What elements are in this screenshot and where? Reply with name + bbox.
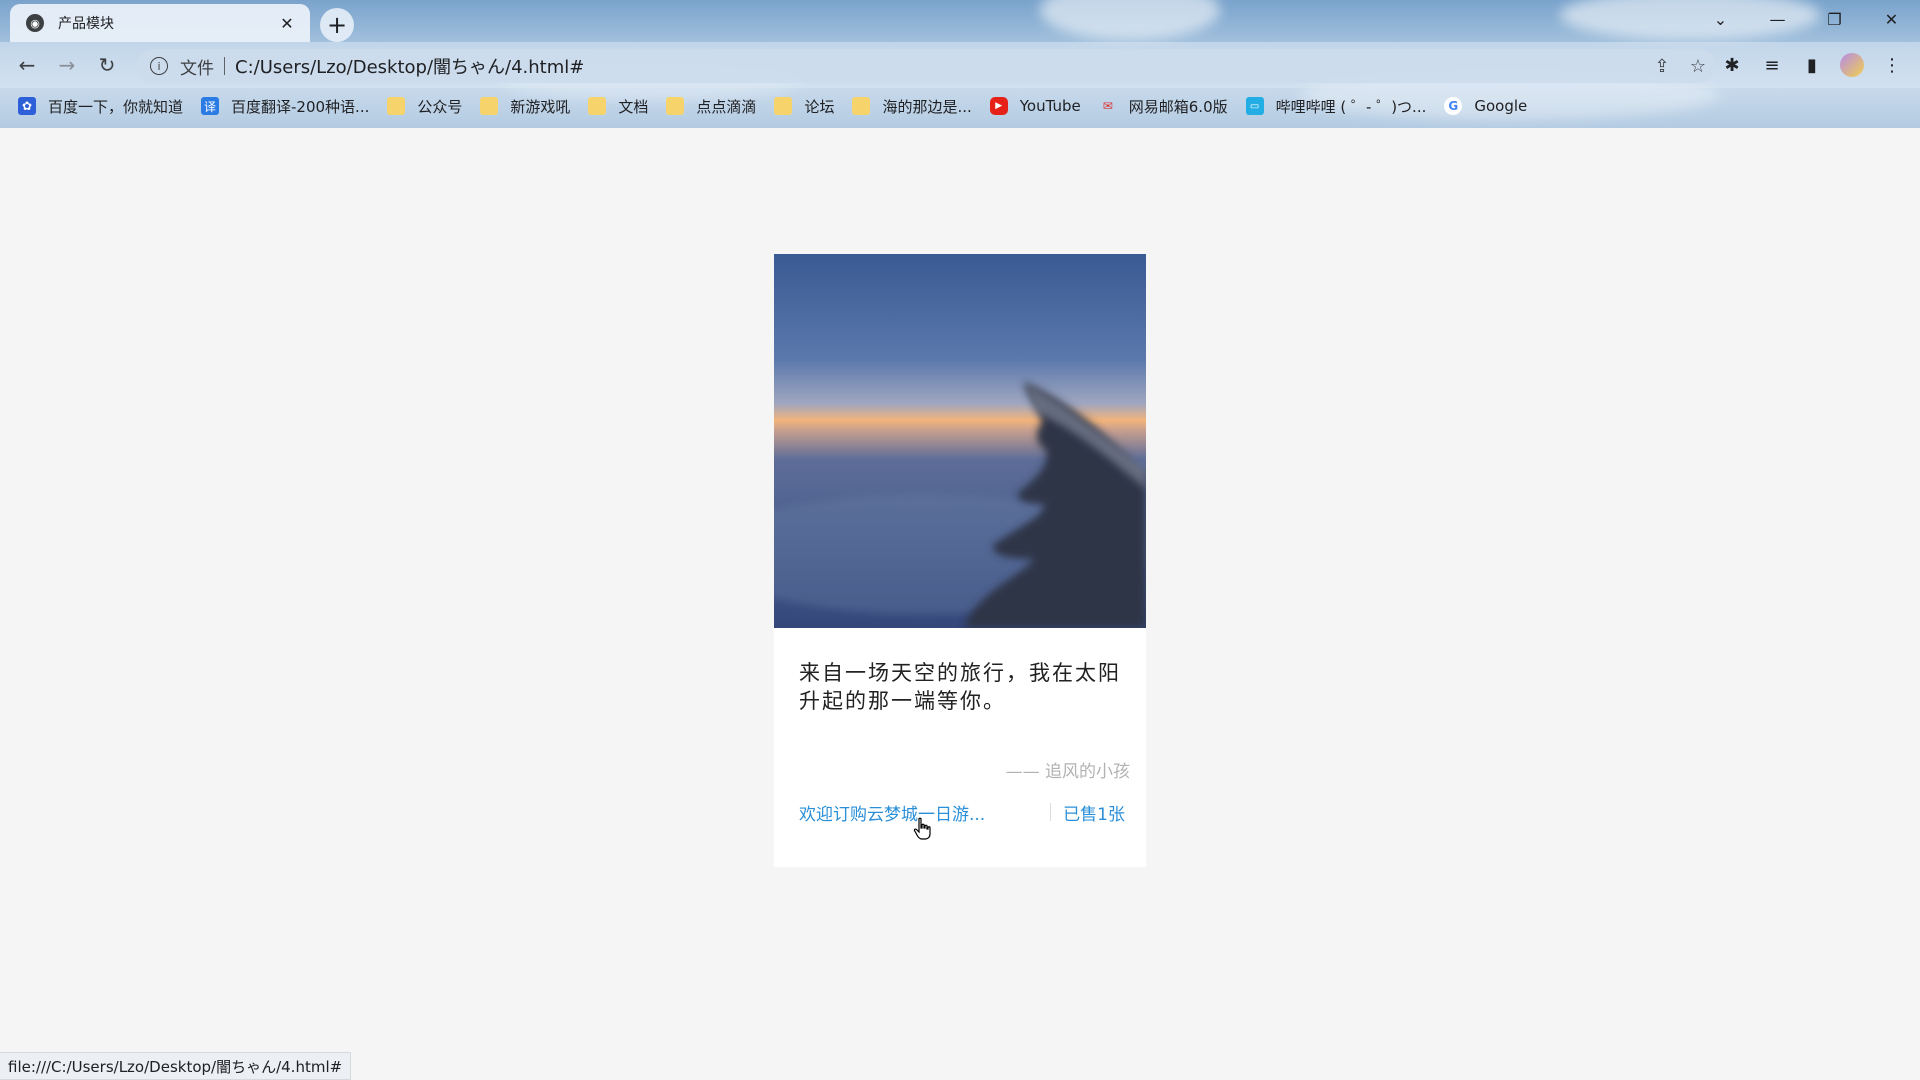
tab-active[interactable]: ◉ 产品模块 ✕ [10, 4, 310, 42]
bookmark-label: 网易邮箱6.0版 [1128, 97, 1228, 116]
bookmark-label: 文档 [618, 97, 649, 116]
folder-icon [852, 97, 871, 115]
folder-icon [666, 97, 685, 115]
close-window-button[interactable]: ✕ [1863, 0, 1920, 38]
airplane-wing-photo [774, 254, 1146, 628]
hand-pointer-icon [913, 817, 931, 840]
bookmark-folder-games[interactable]: 新游戏吼 [480, 92, 570, 120]
tab-strip: ◉ 产品模块 ✕ + ⌄ — ❐ ✕ [0, 0, 1920, 42]
baidu-icon: ✿ [18, 97, 36, 115]
folder-icon [588, 97, 607, 115]
bookmark-label: 百度一下，你就知道 [48, 97, 184, 116]
side-panel-icon[interactable]: ▮ [1792, 50, 1832, 80]
card-footer: 欢迎订购云梦城一日游... 已售1张 [799, 799, 1129, 825]
sold-count[interactable]: 已售1张 [1063, 800, 1125, 825]
bookmark-bilibili[interactable]: ▭ 哔哩哔哩 ( ゜- ゜)つ... [1245, 92, 1427, 120]
info-icon[interactable]: i [150, 57, 168, 75]
bookmark-label: 论坛 [804, 97, 835, 116]
product-card: 来自一场天空的旅行，我在太阳升起的那一端等你。 —— 追风的小孩 欢迎订购云梦城… [774, 254, 1146, 867]
quote-author: —— 追风的小孩 [1005, 762, 1130, 782]
bookmark-folder-diandian[interactable]: 点点滴滴 [666, 92, 756, 120]
restore-button[interactable]: ❐ [1806, 0, 1863, 38]
netease-mail-icon: ✉ [1102, 99, 1113, 113]
folder-icon [480, 97, 499, 115]
page-content: 来自一场天空的旅行，我在太阳升起的那一端等你。 —— 追风的小孩 欢迎订购云梦城… [0, 128, 1920, 1080]
bookmark-label: 哔哩哔哩 ( ゜- ゜)つ... [1275, 97, 1427, 116]
new-tab-button[interactable]: + [320, 8, 354, 42]
bookmark-folder-docs[interactable]: 文档 [588, 92, 648, 120]
footer-divider [1050, 803, 1052, 821]
browser-chrome: ◉ 产品模块 ✕ + ⌄ — ❐ ✕ ← → ↻ i 文件 C:/Users/L… [0, 0, 1920, 128]
bookmark-folder-sea[interactable]: 海的那边是... [852, 92, 972, 120]
bookmark-label: YouTube [1019, 97, 1081, 115]
bookmark-baidu-translate[interactable]: 译 百度翻译-200种语... [201, 92, 369, 120]
tab-search-button[interactable]: ⌄ [1692, 0, 1749, 38]
bookmark-label: 公众号 [417, 97, 463, 116]
extensions-icon[interactable]: ✱ [1712, 50, 1752, 80]
address-url[interactable]: C:/Users/Lzo/Desktop/闇ちゃん/4.html# [235, 53, 1644, 79]
bookmark-youtube[interactable]: ▶ YouTube [989, 92, 1081, 120]
reload-button[interactable]: ↻ [92, 50, 122, 80]
address-divider [224, 57, 225, 75]
toolbar-right-icons: ✱ ≡ ▮ ⋮ [1712, 50, 1912, 80]
back-button[interactable]: ← [12, 50, 42, 80]
bookmark-baidu[interactable]: ✿ 百度一下，你就知道 [18, 92, 183, 120]
bookmark-label: 百度翻译-200种语... [231, 97, 370, 116]
bookmark-google[interactable]: G Google [1444, 92, 1527, 120]
bookmark-star-icon[interactable]: ☆ [1680, 56, 1716, 77]
bookmark-label: Google [1474, 97, 1528, 115]
forward-button[interactable]: → [52, 50, 82, 80]
tab-close-button[interactable]: ✕ [276, 12, 298, 34]
bookmark-netease-mail[interactable]: ✉ 网易邮箱6.0版 [1099, 92, 1228, 120]
google-icon: G [1444, 97, 1463, 115]
tab-title: 产品模块 [58, 16, 114, 32]
bookmarks-bar: ✿ 百度一下，你就知道 译 百度翻译-200种语... 公众号 新游戏吼 文档 … [0, 88, 1920, 124]
bookmark-label: 海的那边是... [882, 97, 972, 116]
browser-toolbar: ← → ↻ i 文件 C:/Users/Lzo/Desktop/闇ちゃん/4.h… [0, 42, 1920, 88]
bilibili-icon: ▭ [1245, 97, 1264, 115]
address-scheme: 文件 [180, 58, 214, 79]
bookmark-label: 点点滴滴 [696, 97, 757, 116]
share-icon[interactable]: ⇪ [1644, 56, 1680, 77]
globe-icon: ◉ [26, 14, 44, 32]
bookmark-folder-forum[interactable]: 论坛 [774, 92, 834, 120]
address-bar[interactable]: i 文件 C:/Users/Lzo/Desktop/闇ちゃん/4.html# ⇪… [136, 49, 1716, 83]
translate-icon: 译 [201, 97, 220, 115]
reading-list-icon[interactable]: ≡ [1752, 50, 1792, 80]
profile-avatar-icon[interactable] [1840, 53, 1864, 77]
menu-icon[interactable]: ⋮ [1872, 50, 1912, 80]
folder-icon [387, 97, 406, 115]
minimize-button[interactable]: — [1749, 0, 1806, 38]
folder-icon [774, 97, 793, 115]
youtube-icon: ▶ [989, 97, 1008, 115]
status-bar-url: file:///C:/Users/Lzo/Desktop/闇ちゃん/4.html… [0, 1052, 352, 1080]
product-quote: 来自一场天空的旅行，我在太阳升起的那一端等你。 [799, 661, 1121, 713]
window-controls: ⌄ — ❐ ✕ [1692, 0, 1920, 38]
bookmark-folder-gongzhonghao[interactable]: 公众号 [387, 92, 462, 120]
bookmark-label: 新游戏吼 [510, 97, 571, 116]
